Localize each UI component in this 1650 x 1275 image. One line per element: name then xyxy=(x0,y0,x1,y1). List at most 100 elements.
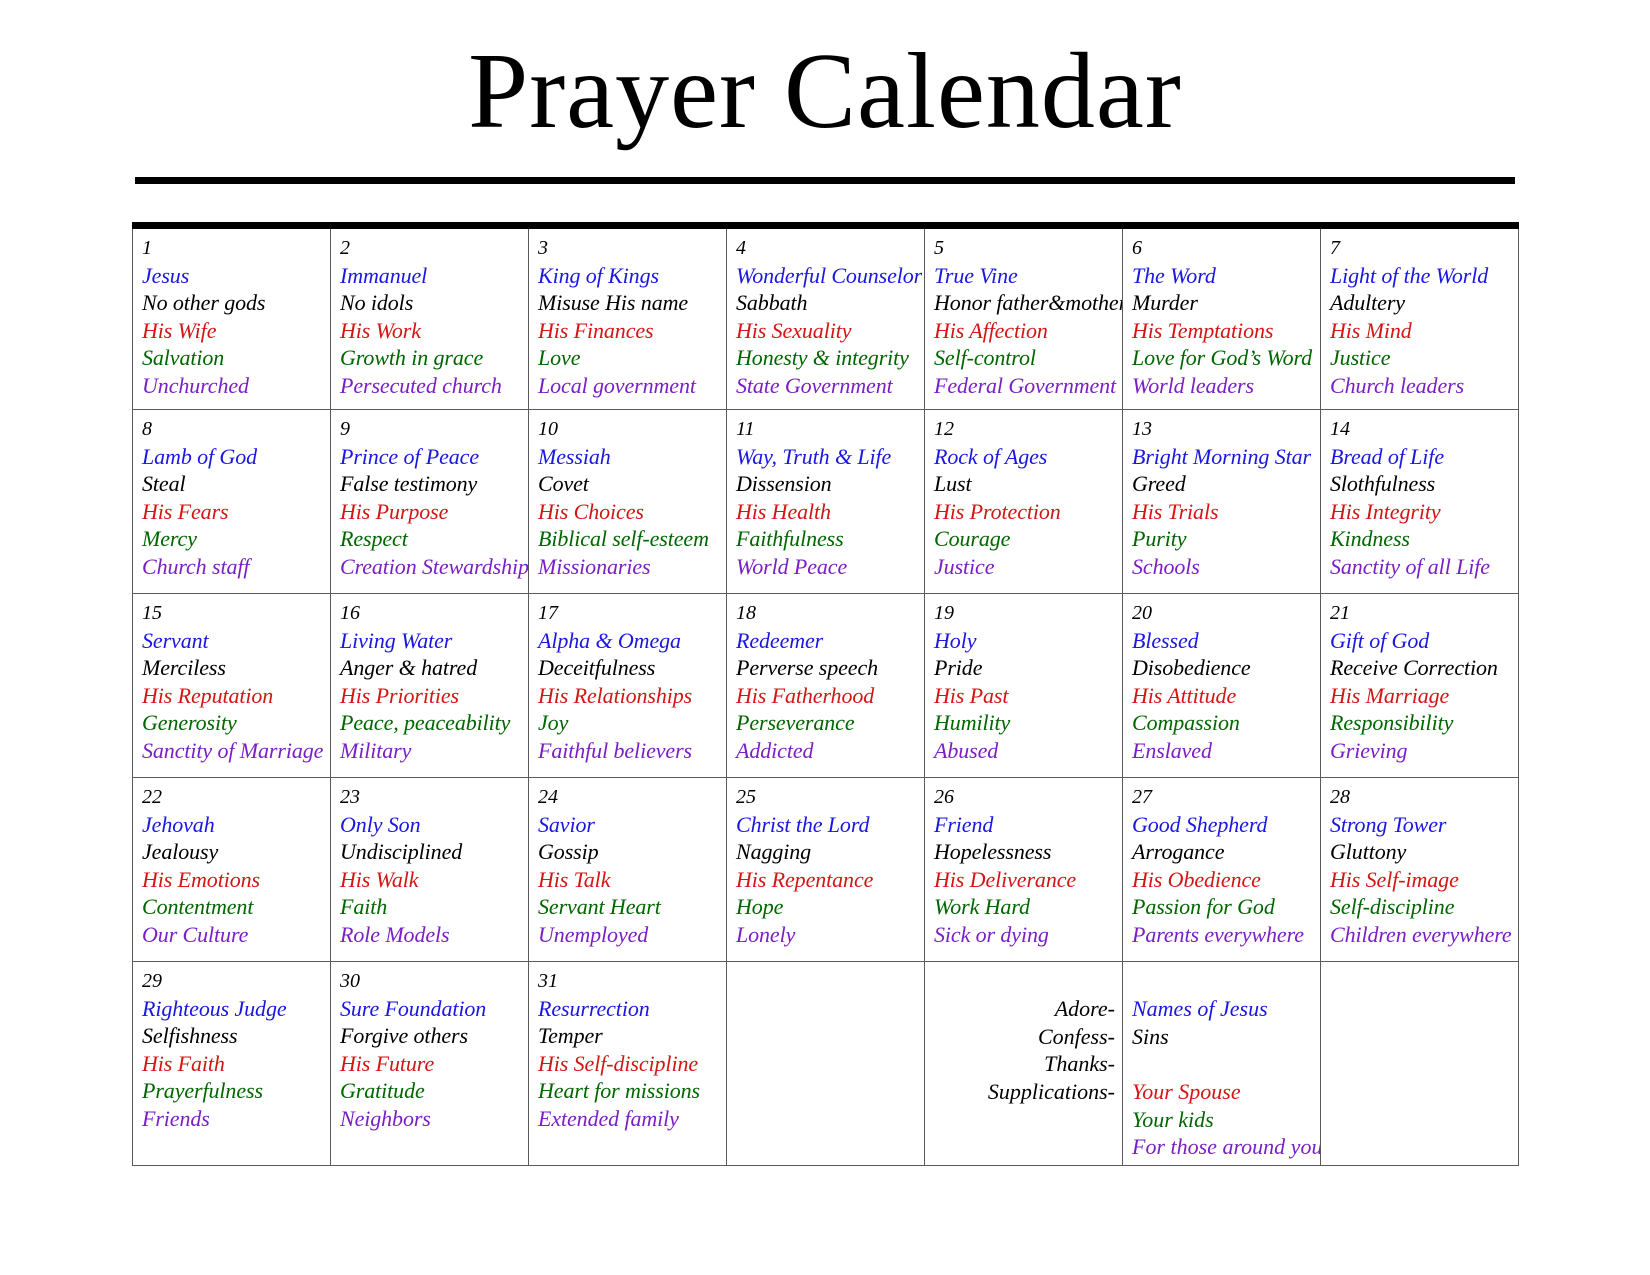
calendar-day-cell[interactable]: 6 The Word Murder His Temptations Love f… xyxy=(1122,225,1321,410)
calendar-day-cell[interactable]: 20 Blessed Disobedience His Attitude Com… xyxy=(1122,592,1321,778)
world-line: Role Models xyxy=(340,922,450,947)
calendar-day-cell[interactable]: 30 Sure Foundation Forgive others His Fu… xyxy=(330,960,529,1166)
virtue-line: Humility xyxy=(934,710,1011,736)
world-line: Our Culture xyxy=(142,922,249,947)
virtue-line: Faithfulness xyxy=(736,526,844,552)
jesus-name-line: Rock of Ages xyxy=(934,443,1048,469)
world-line: Missionaries xyxy=(538,554,651,579)
calendar-day-cell[interactable]: 7 Light of the World Adultery His Mind J… xyxy=(1320,225,1519,410)
day-number: 10 xyxy=(538,417,558,440)
calendar-day-cell[interactable]: 22 Jehovah Jealousy His Emotions Content… xyxy=(132,776,331,962)
calendar-container: 1 Jesus No other gods His Wife Salvation… xyxy=(132,221,1519,1166)
jesus-name-line: Living Water xyxy=(340,627,453,653)
calendar-day-cell[interactable]: 21 Gift of God Receive Correction His Ma… xyxy=(1320,592,1519,778)
jesus-name-line: Blessed xyxy=(1132,627,1199,653)
calendar-day-cell[interactable]: 18 Redeemer Perverse speech His Fatherho… xyxy=(726,592,925,778)
world-line: Sanctity of Marriage xyxy=(142,738,324,763)
world-line: Abused xyxy=(934,738,999,763)
husband-line: His Priorities xyxy=(340,682,459,708)
calendar-day-cell[interactable]: 26 Friend Hopelessness His Deliverance W… xyxy=(924,776,1123,962)
calendar-day-cell[interactable]: 4 Wonderful Counselor Sabbath His Sexual… xyxy=(726,225,925,410)
virtue-line: Courage xyxy=(934,526,1011,552)
day-number: 8 xyxy=(142,417,152,440)
world-line: Military xyxy=(340,738,412,763)
calendar-day-cell[interactable]: 5 True Vine Honor father&mother His Affe… xyxy=(924,225,1123,410)
day-number: 12 xyxy=(934,417,954,440)
jesus-name-line: Wonderful Counselor xyxy=(736,262,923,288)
jesus-name-line: Resurrection xyxy=(538,995,650,1021)
sin-line: False testimony xyxy=(340,471,478,497)
calendar-day-cell[interactable]: 24 Savior Gossip His Talk Servant Heart … xyxy=(528,776,727,962)
acts-confess-value: Sins xyxy=(1132,1023,1169,1049)
world-line: Creation Stewardship xyxy=(340,554,529,579)
world-line: Unchurched xyxy=(142,373,249,398)
virtue-line: Generosity xyxy=(142,710,237,736)
sin-line: Slothfulness xyxy=(1330,471,1436,497)
calendar-day-cell[interactable]: 2 Immanuel No idols His Work Growth in g… xyxy=(330,225,529,410)
virtue-line: Honesty & integrity xyxy=(736,345,909,371)
husband-line: His Purpose xyxy=(340,498,449,524)
sin-line: Merciless xyxy=(142,655,226,681)
jesus-name-line: Jesus xyxy=(142,262,190,288)
calendar-day-cell[interactable]: 17 Alpha & Omega Deceitfulness His Relat… xyxy=(528,592,727,778)
day-number: 27 xyxy=(1132,785,1152,808)
virtue-line: Self-discipline xyxy=(1330,894,1455,920)
sin-line: Gluttony xyxy=(1330,839,1407,865)
husband-line: His Fears xyxy=(142,498,229,524)
husband-line: His Trials xyxy=(1132,498,1219,524)
day-number: 29 xyxy=(142,969,162,992)
calendar-day-cell[interactable]: 27 Good Shepherd Arrogance His Obedience… xyxy=(1122,776,1321,962)
calendar-day-cell[interactable]: 16 Living Water Anger & hatred His Prior… xyxy=(330,592,529,778)
husband-line: His Mind xyxy=(1330,317,1412,343)
calendar-day-cell[interactable]: 1 Jesus No other gods His Wife Salvation… xyxy=(132,225,331,410)
calendar-day-cell[interactable]: 29 Righteous Judge Selfishness His Faith… xyxy=(132,960,331,1166)
calendar-day-cell[interactable]: 23 Only Son Undisciplined His Walk Faith… xyxy=(330,776,529,962)
jesus-name-line: Servant xyxy=(142,627,209,653)
jesus-name-line: Christ the Lord xyxy=(736,811,870,837)
calendar-week-row: 15 Servant Merciless His Reputation Gene… xyxy=(132,592,1519,778)
world-line: Extended family xyxy=(538,1106,679,1131)
day-number: 20 xyxy=(1132,601,1152,624)
day-number: 1 xyxy=(142,236,152,259)
calendar-day-cell[interactable]: 8 Lamb of God Steal His Fears Mercy Chur… xyxy=(132,408,331,594)
jesus-name-line: Prince of Peace xyxy=(340,443,479,469)
husband-line: His Repentance xyxy=(736,866,874,892)
world-line: Faithful believers xyxy=(538,738,692,763)
calendar-day-cell[interactable]: 31 Resurrection Temper His Self-discipli… xyxy=(528,960,727,1166)
day-number: 26 xyxy=(934,785,954,808)
jesus-name-line: Jehovah xyxy=(142,811,215,837)
day-number: 2 xyxy=(340,236,350,259)
calendar-day-cell[interactable]: 19 Holy Pride His Past Humility Abused xyxy=(924,592,1123,778)
calendar-day-cell[interactable]: 25 Christ the Lord Nagging His Repentanc… xyxy=(726,776,925,962)
virtue-line: Work Hard xyxy=(934,894,1030,920)
day-number: 31 xyxy=(538,969,558,992)
jesus-name-line: King of Kings xyxy=(538,262,659,288)
husband-line: His Attitude xyxy=(1132,682,1237,708)
sin-line: Covet xyxy=(538,471,589,497)
calendar-day-cell[interactable]: 3 King of Kings Misuse His name His Fina… xyxy=(528,225,727,410)
husband-line: His Temptations xyxy=(1132,317,1274,343)
sin-line: Adultery xyxy=(1330,290,1405,316)
calendar-day-cell[interactable]: 12 Rock of Ages Lust His Protection Cour… xyxy=(924,408,1123,594)
calendar-day-cell[interactable]: 28 Strong Tower Gluttony His Self-image … xyxy=(1320,776,1519,962)
husband-line: His Health xyxy=(736,498,831,524)
calendar-day-cell[interactable]: 11 Way, Truth & Life Dissension His Heal… xyxy=(726,408,925,594)
jesus-name-line: Savior xyxy=(538,811,595,837)
calendar-week-row: 1 Jesus No other gods His Wife Salvation… xyxy=(132,225,1519,410)
day-number: 24 xyxy=(538,785,558,808)
calendar-empty-cell xyxy=(1320,960,1519,1166)
virtue-line: Perseverance xyxy=(736,710,855,736)
acts-supplications-value-kids: Your kids xyxy=(1132,1106,1214,1132)
calendar-day-cell[interactable]: 15 Servant Merciless His Reputation Gene… xyxy=(132,592,331,778)
jesus-name-line: Redeemer xyxy=(736,627,824,653)
world-line: Friends xyxy=(142,1106,210,1131)
day-number: 30 xyxy=(340,969,360,992)
world-line: Church staff xyxy=(142,554,250,579)
calendar-day-cell[interactable]: 13 Bright Morning Star Greed His Trials … xyxy=(1122,408,1321,594)
husband-line: His Fatherhood xyxy=(736,682,875,708)
calendar-day-cell[interactable]: 14 Bread of Life Slothfulness His Integr… xyxy=(1320,408,1519,594)
calendar-day-cell[interactable]: 9 Prince of Peace False testimony His Pu… xyxy=(330,408,529,594)
calendar-day-cell[interactable]: 10 Messiah Covet His Choices Biblical se… xyxy=(528,408,727,594)
husband-line: His Deliverance xyxy=(934,866,1077,892)
sin-line: Lust xyxy=(934,471,972,497)
